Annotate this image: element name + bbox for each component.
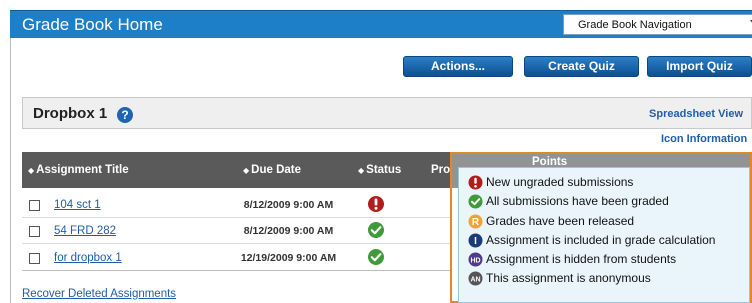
legend-label: New ungraded submissions	[486, 175, 634, 189]
legend-label: This assignment is anonymous	[486, 271, 651, 285]
due-date: 8/12/2009 9:00 AM	[243, 225, 334, 237]
new-ungraded-icon	[367, 195, 385, 218]
table-row: for dropbox 1 12/19/2009 9:00 AM	[22, 245, 452, 271]
column-header-pro[interactable]: Pro	[431, 164, 450, 176]
table-row: 54 FRD 282 8/12/2009 9:00 AM	[22, 218, 452, 244]
grade-book-navigation-select[interactable]: Grade Book Navigation	[563, 14, 752, 35]
all-graded-icon	[367, 248, 385, 271]
spreadsheet-view-link[interactable]: Spreadsheet View	[649, 108, 743, 120]
import-quiz-button[interactable]: Import Quiz	[647, 56, 752, 77]
sort-icon: ◆	[28, 166, 35, 175]
icon-legend-popup: New ungraded submissions All submissions…	[450, 152, 752, 303]
column-header-status[interactable]: ◆ Status	[358, 164, 401, 176]
svg-text:AN: AN	[470, 276, 480, 283]
column-header-due-date[interactable]: ◆ Due Date	[243, 164, 301, 176]
page-header: Grade Book Home Grade Book Navigation	[10, 10, 752, 38]
page-title: Grade Book Home	[22, 15, 163, 34]
svg-text:HD: HD	[470, 257, 480, 264]
sort-icon: ◆	[358, 166, 365, 175]
svg-text:R: R	[472, 217, 480, 228]
assignment-title-link[interactable]: 54 FRD 282	[54, 225, 116, 237]
recover-deleted-assignments-link[interactable]: Recover Deleted Assignments	[22, 288, 176, 300]
help-icon[interactable]: ?	[117, 107, 133, 123]
all-graded-icon	[367, 221, 385, 244]
anonymous-icon: AN	[468, 271, 483, 289]
legend-label: Grades have been released	[486, 214, 635, 228]
navigation-select-value: Grade Book Navigation	[578, 19, 692, 31]
content-border	[10, 38, 11, 303]
included-icon: I	[468, 233, 483, 251]
assignment-title-link[interactable]: for dropbox 1	[54, 252, 122, 264]
legend-label: Assignment is hidden from students	[486, 252, 677, 266]
column-header-assignment-title[interactable]: ◆ Assignment Title	[28, 164, 129, 176]
due-date: 12/19/2009 9:00 AM	[240, 252, 337, 264]
create-quiz-button[interactable]: Create Quiz	[524, 56, 639, 77]
all-graded-icon	[468, 194, 483, 212]
assignment-title-link[interactable]: 104 sct 1	[54, 199, 101, 211]
legend-label: All submissions have been graded	[486, 194, 669, 208]
dropbox-title: Dropbox 1	[33, 105, 108, 122]
released-icon: R	[468, 214, 483, 232]
row-checkbox[interactable]	[29, 200, 40, 211]
icon-information-link[interactable]: Icon Information	[661, 133, 747, 145]
due-date: 8/12/2009 9:00 AM	[243, 199, 334, 211]
actions-button[interactable]: Actions...	[403, 56, 513, 77]
legend-label: Assignment is included in grade calculat…	[486, 233, 716, 247]
hidden-icon: HD	[468, 252, 483, 270]
dropbox-title-bar: Dropbox 1 ? Spreadsheet View	[22, 97, 752, 129]
icon-legend-panel: New ungraded submissions All submissions…	[458, 167, 750, 303]
row-checkbox[interactable]	[29, 226, 40, 237]
table-row: 104 sct 1 8/12/2009 9:00 AM	[22, 192, 452, 218]
svg-text:I: I	[474, 236, 477, 247]
row-checkbox[interactable]	[29, 253, 40, 264]
sort-icon: ◆	[243, 166, 250, 175]
new-ungraded-icon	[468, 175, 483, 193]
